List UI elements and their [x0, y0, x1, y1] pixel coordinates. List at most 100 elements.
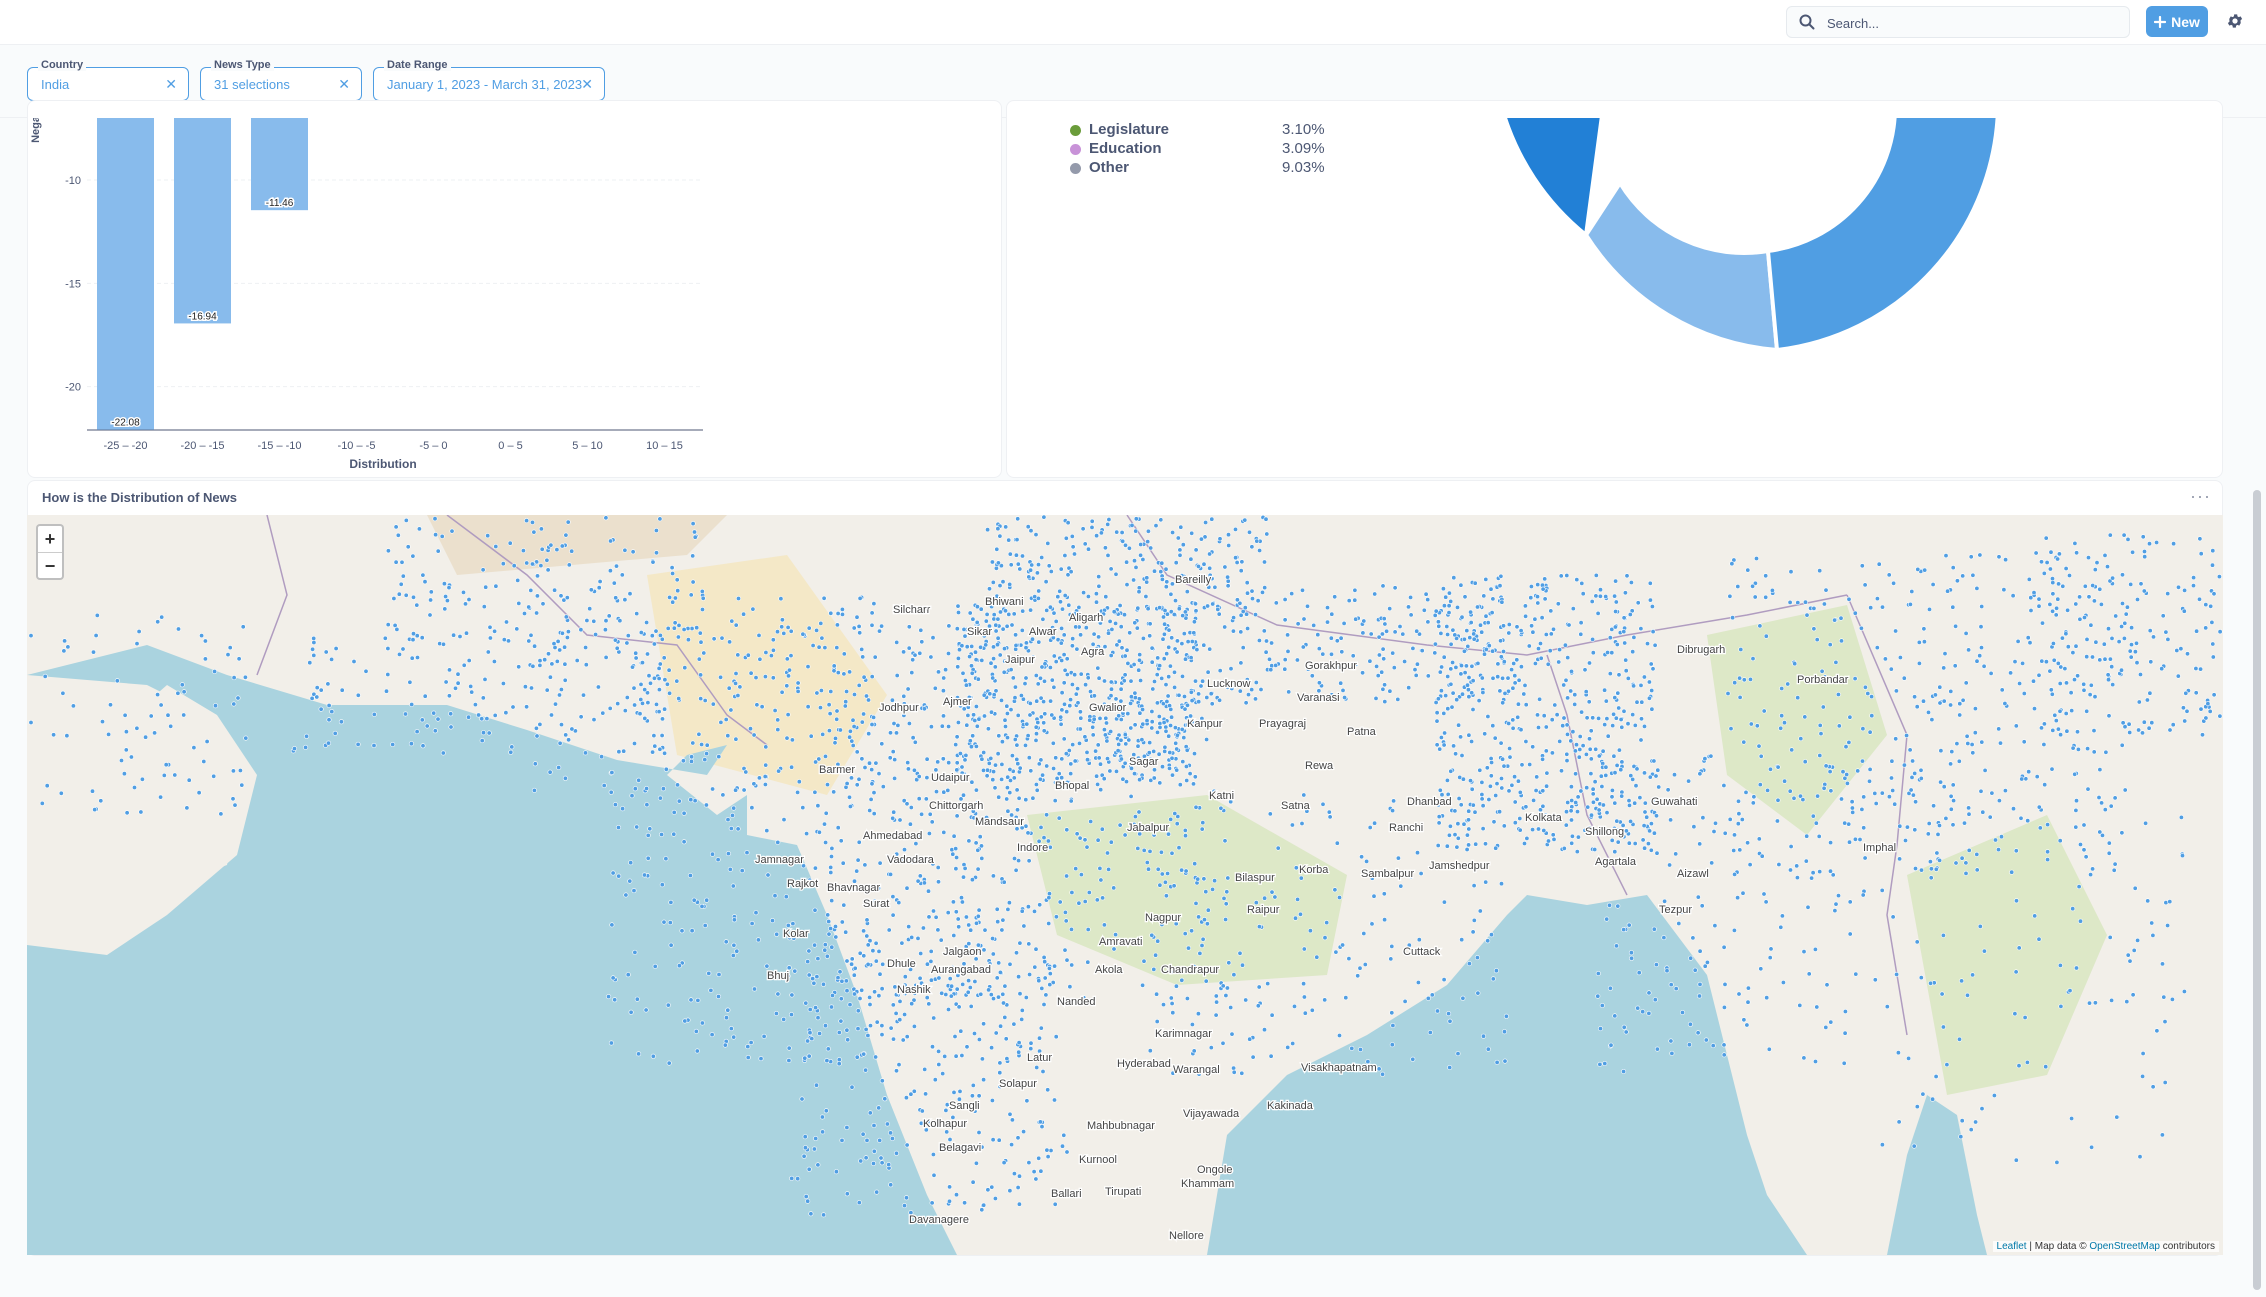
news-point-marker[interactable] [1180, 542, 1186, 548]
news-point-marker[interactable] [1846, 739, 1852, 745]
news-point-marker[interactable] [391, 596, 397, 602]
news-point-marker[interactable] [1064, 957, 1070, 963]
news-point-marker[interactable] [1827, 769, 1833, 775]
news-point-marker[interactable] [1697, 841, 1703, 847]
news-point-marker[interactable] [2127, 730, 2133, 736]
news-point-marker[interactable] [1466, 826, 1472, 832]
news-point-marker[interactable] [1598, 587, 1604, 593]
news-point-marker[interactable] [690, 740, 696, 746]
news-point-marker[interactable] [1145, 528, 1151, 534]
news-point-marker[interactable] [1590, 636, 1596, 642]
news-point-marker[interactable] [699, 588, 705, 594]
news-point-marker[interactable] [1446, 1011, 1452, 1017]
news-point-marker[interactable] [1015, 761, 1021, 767]
news-point-marker[interactable] [1452, 832, 1458, 838]
news-point-marker[interactable] [1188, 655, 1194, 661]
news-point-marker[interactable] [1326, 809, 1332, 815]
news-point-marker[interactable] [1575, 834, 1581, 840]
news-point-marker[interactable] [1957, 1036, 1963, 1042]
news-point-marker[interactable] [988, 755, 994, 761]
news-point-marker[interactable] [1064, 709, 1070, 715]
news-point-marker[interactable] [966, 978, 972, 984]
news-point-marker[interactable] [1590, 799, 1596, 805]
news-point-marker[interactable] [1033, 1176, 1039, 1182]
news-point-marker[interactable] [695, 997, 701, 1003]
news-point-marker[interactable] [1580, 591, 1586, 597]
news-point-marker[interactable] [1077, 740, 1083, 746]
news-point-marker[interactable] [1584, 715, 1590, 721]
news-point-marker[interactable] [990, 777, 996, 783]
news-point-marker[interactable] [990, 873, 996, 879]
news-point-marker[interactable] [1382, 621, 1388, 627]
news-point-marker[interactable] [1026, 574, 1032, 580]
news-point-marker[interactable] [1466, 732, 1472, 738]
news-point-marker[interactable] [500, 561, 506, 567]
news-point-marker[interactable] [1432, 650, 1438, 656]
news-point-marker[interactable] [2084, 636, 2090, 642]
news-point-marker[interactable] [482, 676, 488, 682]
news-point-marker[interactable] [731, 917, 737, 923]
news-point-marker[interactable] [1165, 870, 1171, 876]
news-point-marker[interactable] [1013, 632, 1019, 638]
news-point-marker[interactable] [1220, 983, 1226, 989]
news-point-marker[interactable] [1604, 716, 1610, 722]
news-point-marker[interactable] [1641, 674, 1647, 680]
news-point-marker[interactable] [1031, 1169, 1037, 1175]
news-point-marker[interactable] [946, 623, 952, 629]
news-point-marker[interactable] [2183, 690, 2189, 696]
news-point-marker[interactable] [2134, 660, 2140, 666]
news-point-marker[interactable] [1353, 616, 1359, 622]
news-point-marker[interactable] [1505, 675, 1511, 681]
news-point-marker[interactable] [882, 1096, 888, 1102]
news-point-marker[interactable] [638, 681, 644, 687]
news-point-marker[interactable] [674, 678, 680, 684]
news-point-marker[interactable] [2110, 575, 2116, 581]
news-point-marker[interactable] [1176, 845, 1182, 851]
news-point-marker[interactable] [966, 838, 972, 844]
news-point-marker[interactable] [1013, 867, 1019, 873]
news-point-marker[interactable] [989, 1184, 995, 1190]
news-point-marker[interactable] [1587, 746, 1593, 752]
news-point-marker[interactable] [2180, 853, 2186, 859]
news-point-marker[interactable] [2051, 657, 2057, 663]
news-point-marker[interactable] [1416, 937, 1422, 943]
news-point-marker[interactable] [709, 1032, 715, 1038]
news-point-marker[interactable] [410, 631, 416, 637]
news-point-marker[interactable] [2050, 576, 2056, 582]
news-point-marker[interactable] [1001, 879, 1007, 885]
news-point-marker[interactable] [1136, 809, 1142, 815]
news-point-marker[interactable] [538, 526, 544, 532]
news-point-marker[interactable] [1234, 559, 1240, 565]
news-point-marker[interactable] [1429, 992, 1435, 998]
news-point-marker[interactable] [671, 625, 677, 631]
news-point-marker[interactable] [2185, 651, 2191, 657]
news-point-marker[interactable] [916, 773, 922, 779]
news-point-marker[interactable] [2099, 800, 2105, 806]
news-point-marker[interactable] [1579, 709, 1585, 715]
news-point-marker[interactable] [1372, 591, 1378, 597]
news-point-marker[interactable] [710, 701, 716, 707]
news-point-marker[interactable] [1191, 619, 1197, 625]
news-point-marker[interactable] [869, 622, 875, 628]
news-point-marker[interactable] [355, 692, 361, 698]
news-point-marker[interactable] [1088, 689, 1094, 695]
news-point-marker[interactable] [1642, 770, 1648, 776]
news-point-marker[interactable] [2124, 604, 2130, 610]
news-point-marker[interactable] [985, 527, 991, 533]
news-point-marker[interactable] [1566, 622, 1572, 628]
news-point-marker[interactable] [2084, 654, 2090, 660]
news-point-marker[interactable] [500, 681, 506, 687]
news-point-marker[interactable] [829, 944, 835, 950]
news-point-marker[interactable] [1897, 856, 1903, 862]
news-point-marker[interactable] [1295, 621, 1301, 627]
news-point-marker[interactable] [795, 680, 801, 686]
news-point-marker[interactable] [762, 773, 768, 779]
news-point-marker[interactable] [1233, 555, 1239, 561]
news-point-marker[interactable] [1007, 551, 1013, 557]
news-point-marker[interactable] [1654, 813, 1660, 819]
news-point-marker[interactable] [1042, 661, 1048, 667]
news-point-marker[interactable] [448, 711, 454, 717]
news-point-marker[interactable] [1094, 533, 1100, 539]
news-point-marker[interactable] [1485, 1046, 1491, 1052]
news-point-marker[interactable] [1459, 614, 1465, 620]
